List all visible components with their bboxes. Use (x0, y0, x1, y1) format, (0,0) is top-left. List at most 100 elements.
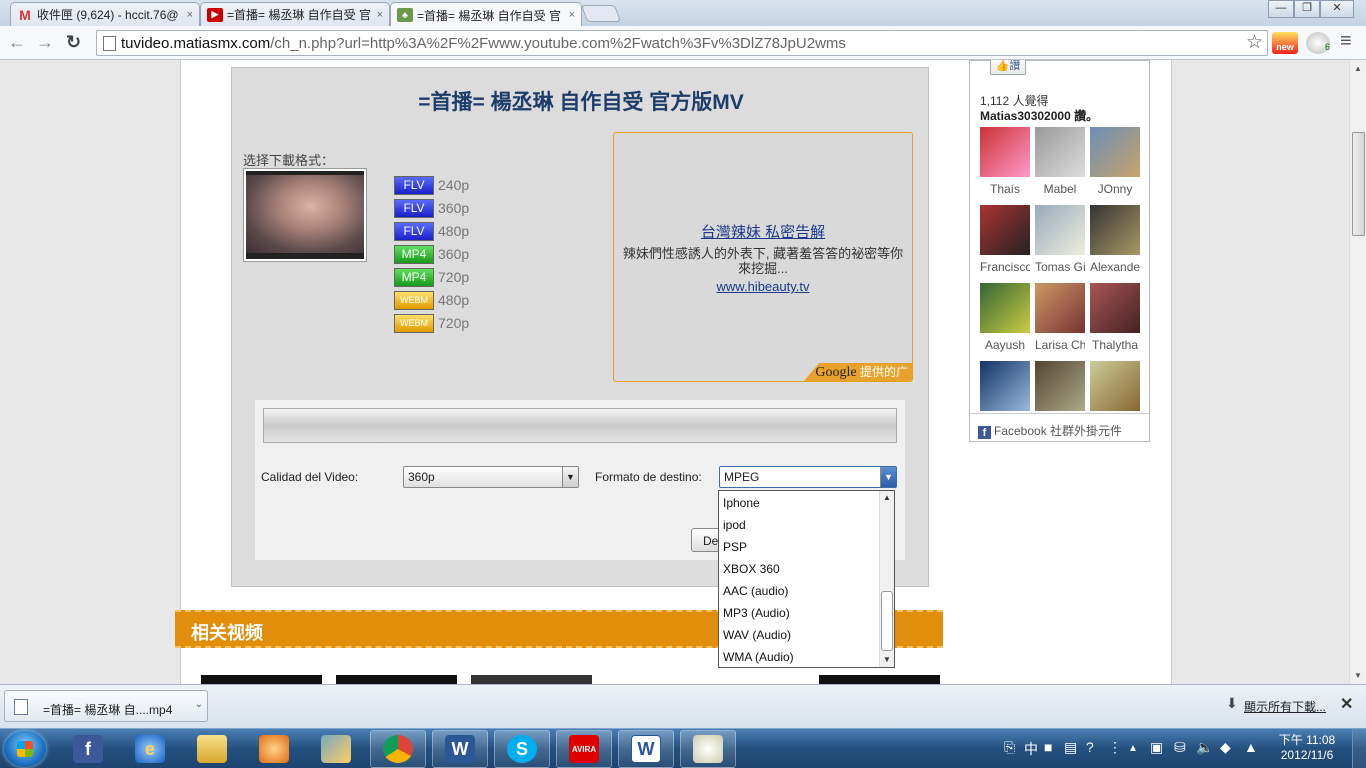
fan-item[interactable]: Alexande (1090, 205, 1140, 274)
drive-icon[interactable]: ▲ (1244, 739, 1258, 755)
ime-menu-icon[interactable]: ▤ (1064, 739, 1077, 756)
eye-extension-icon[interactable]: 6 (1306, 32, 1330, 54)
format-option-flv-360p[interactable]: FLV 360p (394, 198, 469, 218)
taskbar-internet-explorer-button[interactable]: e (122, 730, 178, 768)
taskbar-file-explorer-button[interactable] (184, 730, 240, 768)
fan-avatar[interactable] (980, 127, 1030, 177)
tab-gmail[interactable]: M 收件匣 (9,624) - hccit.76@ × (10, 2, 200, 26)
dropdown-option[interactable]: ipod (723, 518, 746, 532)
chevron-down-icon[interactable]: ⌄ (195, 699, 203, 710)
chevron-down-icon[interactable]: ▼ (880, 467, 896, 487)
forward-button[interactable]: → (36, 32, 54, 52)
fan-item[interactable]: JOnny (1090, 127, 1140, 196)
format-option-mp4-720p[interactable]: MP4 720p (394, 267, 469, 287)
format-resolution[interactable]: 480p (438, 223, 469, 239)
fan-name[interactable]: Thaís (980, 182, 1030, 196)
back-button[interactable]: ← (8, 32, 26, 52)
tab-close-icon[interactable]: × (569, 9, 575, 21)
fan-avatar[interactable] (1090, 361, 1140, 411)
fan-item[interactable]: Thalytha (1090, 283, 1140, 352)
ime-chinese-label[interactable]: 中 (1024, 739, 1038, 759)
video-thumbnail[interactable] (244, 169, 366, 261)
dropbox-icon[interactable]: ◆ (1220, 739, 1231, 756)
facebook-like-button[interactable]: 👍讚 (990, 60, 1026, 75)
fan-item[interactable] (980, 361, 1030, 411)
related-video-thumb[interactable] (336, 675, 457, 684)
format-badge[interactable]: MP4 (394, 267, 434, 287)
format-badge[interactable]: WEBM (394, 313, 434, 333)
scroll-down-icon[interactable]: ▼ (880, 653, 894, 667)
tab-close-icon[interactable]: × (187, 9, 193, 21)
format-option-flv-240p[interactable]: FLV 240p (394, 175, 469, 195)
fan-item[interactable]: Aayush (980, 283, 1030, 352)
show-hidden-icons[interactable]: ▲ (1128, 743, 1138, 754)
close-window-button[interactable]: ✕ (1320, 0, 1354, 18)
format-badge[interactable]: FLV (394, 221, 434, 241)
fan-item[interactable]: Thaís (980, 127, 1030, 196)
show-desktop-button[interactable] (1352, 729, 1366, 768)
network-icon[interactable]: ▣ (1150, 739, 1163, 756)
chevron-down-icon[interactable]: ▼ (562, 467, 578, 487)
taskbar-skype-button[interactable]: S (494, 730, 550, 768)
address-bar[interactable]: tuvideo.matiasmx.com/ch_n.php?url=http%3… (96, 30, 1268, 56)
fan-name[interactable]: JOnny (1090, 182, 1140, 196)
taskbar-avira-button[interactable]: AVIRA (556, 730, 612, 768)
system-clock[interactable]: 下午 11:08 2012/11/6 (1272, 733, 1342, 763)
page-scrollbar[interactable]: ▲ ▼ (1349, 60, 1366, 684)
fan-avatar[interactable] (1035, 283, 1085, 333)
taskbar-chrome-button[interactable] (370, 730, 426, 768)
fan-name[interactable]: Francisco (980, 260, 1030, 274)
google-ads-badge[interactable]: Google 提供的广告 (804, 363, 912, 381)
volume-icon[interactable]: 🔈 (1196, 739, 1213, 756)
dropdown-option[interactable]: WAV (Audio) (723, 628, 791, 642)
taskbar-facebook-button[interactable]: f (60, 730, 116, 768)
format-resolution[interactable]: 720p (438, 315, 469, 331)
dropdown-option[interactable]: WMA (Audio) (723, 650, 794, 664)
restore-button[interactable]: ❐ (1294, 0, 1320, 18)
fan-avatar[interactable] (1090, 283, 1140, 333)
dropdown-option[interactable]: PSP (723, 540, 747, 554)
format-badge[interactable]: FLV (394, 198, 434, 218)
dropdown-option[interactable]: Iphone (723, 496, 760, 510)
fan-name[interactable]: Larisa Che (1035, 338, 1085, 352)
taskbar-wordpad-button[interactable]: W (618, 730, 674, 768)
facebook-footer[interactable]: f Facebook 社群外掛元件 (970, 413, 1149, 441)
format-resolution[interactable]: 480p (438, 292, 469, 308)
fan-avatar[interactable] (980, 205, 1030, 255)
taskbar-media-player-button[interactable] (246, 730, 302, 768)
ad-url[interactable]: www.hibeauty.tv (614, 279, 912, 294)
fan-item[interactable]: Larisa Che (1035, 283, 1085, 352)
format-option-mp4-360p[interactable]: MP4 360p (394, 244, 469, 264)
minimize-button[interactable]: — (1268, 0, 1294, 18)
taskbar-paint-button[interactable] (680, 730, 736, 768)
fan-name[interactable]: Aayush (980, 338, 1030, 352)
dropdown-option[interactable]: XBOX 360 (723, 562, 780, 576)
format-resolution[interactable]: 720p (438, 269, 469, 285)
download-item[interactable]: =首播= 楊丞琳 自....mp4 ⌄ (4, 690, 208, 722)
new-tab-button[interactable] (580, 5, 622, 22)
dropdown-option[interactable]: MP3 (Audio) (723, 606, 790, 620)
format-badge[interactable]: WEBM (394, 290, 434, 310)
menu-icon[interactable]: ≡ (1340, 30, 1352, 53)
bookmark-star-icon[interactable]: ☆ (1246, 31, 1263, 54)
fan-avatar[interactable] (1035, 361, 1085, 411)
fan-avatar[interactable] (1035, 127, 1085, 177)
new-extension-icon[interactable]: new (1272, 32, 1298, 54)
dropdown-option[interactable]: AAC (audio) (723, 584, 788, 598)
related-video-thumb[interactable] (819, 675, 940, 684)
show-all-downloads-link[interactable]: 顯示所有下載... (1244, 698, 1326, 715)
format-resolution[interactable]: 360p (438, 200, 469, 216)
format-option-flv-480p[interactable]: FLV 480p (394, 221, 469, 241)
fan-avatar[interactable] (1035, 205, 1085, 255)
scroll-down-icon[interactable]: ▼ (1354, 671, 1362, 680)
google-ad-box[interactable]: 台灣辣妹 私密告解 辣妹們性感誘人的外表下, 藏著羞答答的祕密等你來挖掘... … (613, 132, 913, 382)
format-option-webm-480p[interactable]: WEBM 480p (394, 290, 469, 310)
fan-item[interactable] (1090, 361, 1140, 411)
target-format-select[interactable]: MPEG ▼ (719, 466, 897, 488)
fan-avatar[interactable] (980, 361, 1030, 411)
fan-avatar[interactable] (1090, 205, 1140, 255)
taskbar-word-button[interactable]: W (432, 730, 488, 768)
fan-name[interactable]: Thalytha (1090, 338, 1140, 352)
ime-shape-icon[interactable]: ■ (1044, 739, 1052, 755)
ad-headline[interactable]: 台灣辣妹 私密告解 (614, 221, 912, 242)
